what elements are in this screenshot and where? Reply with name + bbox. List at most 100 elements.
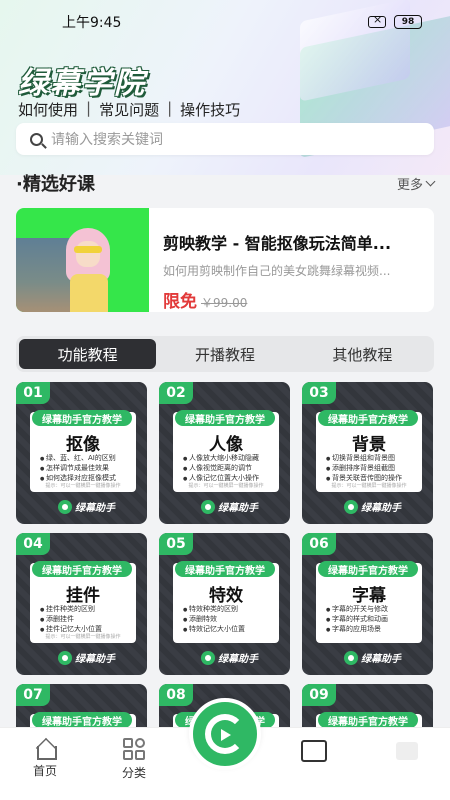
card-logo: 绿幕助手: [344, 650, 401, 665]
center-action-button[interactable]: [189, 698, 261, 770]
thumbnail-figure: [74, 246, 102, 253]
card-point: 添删挂件: [40, 615, 102, 625]
logo-icon: [344, 499, 358, 514]
tutorial-card[interactable]: 07 绿幕助手官方教学: [16, 684, 147, 727]
subnav-tips[interactable]: 操作技巧: [180, 99, 240, 120]
card-tag: 绿幕助手官方教学: [175, 410, 275, 426]
card-sheet: 绿幕助手官方教学 挂件 挂件种类的区别 添删挂件 挂件记忆大小位置 提示：可以一…: [30, 561, 136, 643]
subnav-faq[interactable]: 常见问题: [99, 99, 159, 120]
nav-category[interactable]: 分类: [104, 738, 164, 781]
nav-item-icon[interactable]: [396, 742, 418, 760]
card-title: 背景: [352, 435, 386, 455]
logo-icon: [201, 650, 215, 665]
price-row: 限免 ￥99.00: [163, 287, 422, 312]
card-points: 切换背景组和背景图 添删排序背景组截图 背景关联音传图的操作: [326, 454, 402, 484]
card-sheet: 绿幕助手官方教学 特效 特效种类的区别 添删特效 特效记忆大小位置: [173, 561, 279, 643]
card-point: 怎样调节成最佳效果: [40, 464, 116, 474]
tab-other-tutorial[interactable]: 其他教程: [294, 339, 431, 369]
card-number: 08: [159, 684, 193, 706]
card-point: 人像视觉距离的调节: [183, 464, 259, 474]
card-number: 06: [302, 533, 336, 555]
card-sheet: 绿幕助手官方教学 背景 切换背景组和背景图 添删排序背景组截图 背景关联音传图的…: [316, 410, 422, 492]
card-tag: 绿幕助手官方教学: [175, 561, 275, 577]
card-points: 特效种类的区别 添删特效 特效记忆大小位置: [183, 605, 245, 635]
section-title: ·精选好课: [16, 174, 95, 195]
tutorial-card[interactable]: 06 绿幕助手官方教学 字幕 字幕的开关与修改 字幕的样式和动画 字幕的应用场景…: [302, 533, 433, 675]
logo-icon: [201, 499, 215, 514]
card-title: 字幕: [352, 586, 386, 606]
tutorial-grid: 01 绿幕助手官方教学 抠像 绿、蓝、红、AI的区别 怎样调节成最佳效果 如何选…: [16, 382, 434, 727]
tutorial-card[interactable]: 01 绿幕助手官方教学 抠像 绿、蓝、红、AI的区别 怎样调节成最佳效果 如何选…: [16, 382, 147, 524]
card-logo: 绿幕助手: [344, 499, 401, 514]
tutorial-card[interactable]: 04 绿幕助手官方教学 挂件 挂件种类的区别 添删挂件 挂件记忆大小位置 提示：…: [16, 533, 147, 675]
home-icon: [34, 738, 57, 760]
card-point: 添删排序背景组截图: [326, 464, 402, 474]
nav-home[interactable]: 首页: [15, 738, 75, 779]
hero-subnav: 如何使用 | 常见问题 | 操作技巧: [18, 99, 240, 120]
subnav-how-to-use[interactable]: 如何使用: [18, 99, 78, 120]
card-logo: 绿幕助手: [58, 650, 115, 665]
course-info: 剪映教学 - 智能抠像玩法简单... 如何用剪映制作自己的美女跳舞绿幕视频...…: [149, 208, 434, 312]
card-number: 03: [302, 382, 336, 404]
logo-text: 绿幕助手: [218, 654, 258, 665]
tutorial-tabs: 功能教程 开播教程 其他教程: [16, 336, 434, 372]
card-point: 特效记忆大小位置: [183, 625, 245, 635]
thumbnail-figure: [76, 241, 100, 267]
card-point: 字幕的应用场景: [326, 625, 388, 635]
card-point: 绿、蓝、红、AI的区别: [40, 454, 116, 464]
card-number: 09: [302, 684, 336, 706]
featured-header: ·精选好课 更多: [16, 170, 436, 196]
card-points: 字幕的开关与修改 字幕的样式和动画 字幕的应用场景: [326, 605, 388, 635]
card-title: 特效: [209, 586, 243, 606]
tab-function-tutorial[interactable]: 功能教程: [19, 339, 157, 369]
free-label: 限免: [163, 292, 197, 312]
card-logo: 绿幕助手: [201, 499, 258, 514]
logo-text: 绿幕助手: [361, 503, 401, 514]
card-logo: 绿幕助手: [201, 650, 258, 665]
more-button[interactable]: 更多: [397, 174, 436, 193]
card-title: 挂件: [66, 586, 100, 606]
tutorial-card[interactable]: 05 绿幕助手官方教学 特效 特效种类的区别 添删特效 特效记忆大小位置 绿幕助…: [159, 533, 290, 675]
card-number: 02: [159, 382, 193, 404]
tutorial-card[interactable]: 03 绿幕助手官方教学 背景 切换背景组和背景图 添删排序背景组截图 背景关联音…: [302, 382, 433, 524]
category-icon: [123, 738, 145, 760]
card-tag: 绿幕助手官方教学: [32, 561, 132, 577]
logo-text: 绿幕助手: [361, 654, 401, 665]
tutorial-card[interactable]: 02 绿幕助手官方教学 人像 人像放大缩小移动隐藏 人像视觉距离的调节 人像记忆…: [159, 382, 290, 524]
chevron-down-icon: [425, 176, 436, 186]
logo-text: 绿幕助手: [75, 503, 115, 514]
card-point: 字幕的样式和动画: [326, 615, 388, 625]
card-tag: 绿幕助手官方教学: [318, 561, 418, 577]
sim-icon: [368, 13, 386, 28]
card-point: 人像放大缩小移动隐藏: [183, 454, 259, 464]
course-thumbnail: [16, 208, 149, 312]
logo-icon: [344, 650, 358, 665]
card-points: 人像放大缩小移动隐藏 人像视觉距离的调节 人像记忆位置大小操作: [183, 454, 259, 484]
battery-icon: 98: [394, 15, 422, 29]
card-title: 抠像: [66, 435, 100, 455]
card-tip: 提示：可以一键横屏一键播像操作: [45, 634, 121, 640]
card-sheet: 绿幕助手官方教学 抠像 绿、蓝、红、AI的区别 怎样调节成最佳效果 如何选择对应…: [30, 410, 136, 492]
card-number: 04: [16, 533, 50, 555]
tab-live-tutorial[interactable]: 开播教程: [156, 339, 293, 369]
status-icons: 98: [368, 13, 422, 29]
card-number: 05: [159, 533, 193, 555]
logo-text: 绿幕助手: [75, 654, 115, 665]
tutorial-card[interactable]: 09 绿幕助手官方教学: [302, 684, 433, 727]
nav-home-label: 首页: [32, 764, 57, 778]
card-title: 人像: [209, 435, 243, 455]
card-point: 挂件种类的区别: [40, 605, 102, 615]
nav-category-label: 分类: [121, 766, 146, 780]
card-number: 07: [16, 684, 50, 706]
subnav-separator: |: [167, 99, 173, 117]
featured-course-card[interactable]: 剪映教学 - 智能抠像玩法简单... 如何用剪映制作自己的美女跳舞绿幕视频...…: [16, 208, 434, 312]
search-placeholder: 请输入搜索关键词: [51, 132, 163, 148]
card-sheet: 绿幕助手官方教学: [316, 712, 422, 727]
search-input[interactable]: 请输入搜索关键词: [16, 123, 434, 155]
course-description: 如何用剪映制作自己的美女跳舞绿幕视频...: [163, 264, 391, 278]
status-time: 上午9:45: [62, 15, 122, 31]
card-sheet: 绿幕助手官方教学: [30, 712, 136, 727]
nav-item-icon[interactable]: [301, 740, 327, 762]
card-sheet: 绿幕助手官方教学 人像 人像放大缩小移动隐藏 人像视觉距离的调节 人像记忆位置大…: [173, 410, 279, 492]
card-tip: 提示：可以一键横屏一键播像操作: [331, 483, 407, 489]
